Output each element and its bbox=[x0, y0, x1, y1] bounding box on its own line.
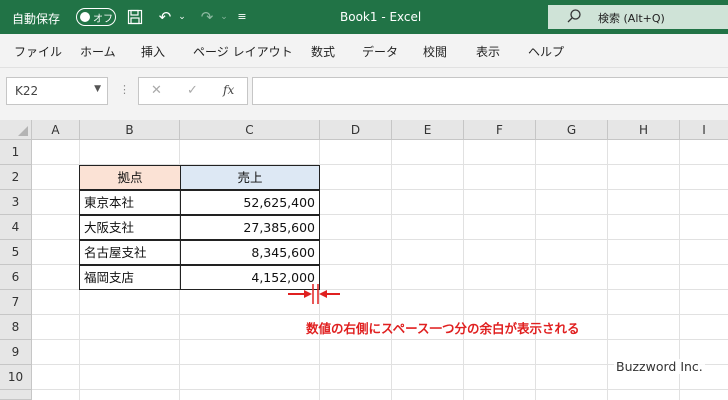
enter-icon[interactable]: ✓ bbox=[187, 83, 198, 98]
redo-dropdown-icon[interactable]: ⌄ bbox=[218, 7, 230, 27]
column-header-d[interactable]: D bbox=[320, 120, 392, 140]
name-box-value: K22 bbox=[15, 84, 39, 98]
tab-home[interactable]: ホーム bbox=[80, 43, 116, 60]
table-cell-sales[interactable]: 27,385,600 bbox=[180, 215, 320, 240]
customize-icon[interactable]: ≡ bbox=[234, 7, 250, 27]
gridline bbox=[607, 140, 608, 400]
column-header-b[interactable]: B bbox=[80, 120, 180, 140]
more-options-icon[interactable]: ⋮ bbox=[119, 83, 130, 96]
margin-indicator-arrows bbox=[288, 284, 340, 304]
toggle-knob bbox=[80, 12, 90, 22]
gridline bbox=[535, 140, 536, 400]
table-cell-sales[interactable]: 52,625,400 bbox=[180, 190, 320, 215]
search-box[interactable]: 検索 (Alt+Q) bbox=[548, 5, 728, 29]
gridline bbox=[463, 140, 464, 400]
tab-data[interactable]: データ bbox=[362, 43, 398, 60]
save-icon[interactable] bbox=[124, 7, 146, 27]
gridline bbox=[32, 314, 728, 315]
table-header-location[interactable]: 拠点 bbox=[79, 165, 181, 190]
chevron-down-icon[interactable]: ▼ bbox=[94, 84, 101, 94]
autosave-state: オフ bbox=[93, 14, 113, 25]
tab-view[interactable]: 表示 bbox=[476, 43, 500, 60]
gridline bbox=[32, 389, 728, 390]
autosave-label: 自動保存 bbox=[12, 12, 61, 26]
column-header-e[interactable]: E bbox=[392, 120, 464, 140]
row-header-4[interactable]: 4 bbox=[0, 215, 32, 240]
tab-page-layout[interactable]: ページ レイアウト bbox=[193, 43, 293, 60]
tab-file[interactable]: ファイル bbox=[14, 43, 62, 60]
column-header-c[interactable]: C bbox=[180, 120, 320, 140]
row-header-9[interactable]: 9 bbox=[0, 340, 32, 365]
column-header-f[interactable]: F bbox=[464, 120, 536, 140]
row-header-7[interactable]: 7 bbox=[0, 290, 32, 315]
row-header-1[interactable]: 1 bbox=[0, 140, 32, 165]
column-header-a[interactable]: A bbox=[32, 120, 80, 140]
formula-bar: K22 ▼ ⋮ ✕ ✓ fx bbox=[0, 68, 728, 120]
column-header-h[interactable]: H bbox=[608, 120, 680, 140]
name-box[interactable]: K22 ▼ bbox=[6, 77, 108, 105]
column-header-i[interactable]: I bbox=[680, 120, 728, 140]
gridline bbox=[391, 140, 392, 400]
row-header-11[interactable] bbox=[0, 390, 32, 400]
watermark: Buzzword Inc. bbox=[614, 359, 705, 374]
row-header-3[interactable]: 3 bbox=[0, 190, 32, 215]
undo-icon[interactable]: ↶ bbox=[154, 7, 176, 27]
document-title: Book1 - Excel bbox=[340, 10, 422, 24]
cancel-icon[interactable]: ✕ bbox=[151, 83, 162, 98]
row-header-8[interactable]: 8 bbox=[0, 315, 32, 340]
select-all-triangle bbox=[18, 126, 28, 136]
column-header-g[interactable]: G bbox=[536, 120, 608, 140]
search-icon bbox=[567, 9, 581, 23]
autosave-toggle[interactable]: オフ bbox=[76, 8, 116, 26]
table-header-sales[interactable]: 売上 bbox=[180, 165, 320, 190]
formula-input[interactable] bbox=[252, 77, 728, 105]
row-header-6[interactable]: 6 bbox=[0, 265, 32, 290]
row-header-5[interactable]: 5 bbox=[0, 240, 32, 265]
gridline bbox=[32, 339, 728, 340]
row-header-10[interactable]: 10 bbox=[0, 365, 32, 390]
annotation-text: 数値の右側にスペース一つ分の余白が表示される bbox=[306, 321, 580, 336]
tab-help[interactable]: ヘルプ bbox=[528, 43, 564, 60]
table-cell-location[interactable]: 大阪支社 bbox=[79, 215, 181, 240]
table-cell-location[interactable]: 名古屋支社 bbox=[79, 240, 181, 265]
tab-formulas[interactable]: 数式 bbox=[311, 43, 335, 60]
table-cell-sales[interactable]: 8,345,600 bbox=[180, 240, 320, 265]
redo-icon[interactable]: ↷ bbox=[196, 7, 218, 27]
select-all-button[interactable] bbox=[0, 120, 32, 140]
table-cell-location[interactable]: 福岡支店 bbox=[79, 265, 181, 290]
formula-buttons: ✕ ✓ fx bbox=[138, 77, 248, 105]
row-header-2[interactable]: 2 bbox=[0, 165, 32, 190]
search-placeholder: 検索 (Alt+Q) bbox=[598, 12, 665, 25]
undo-dropdown-icon[interactable]: ⌄ bbox=[176, 7, 188, 27]
ribbon-tabs: ファイル ホーム 挿入 ページ レイアウト 数式 データ 校閲 表示 ヘルプ bbox=[0, 34, 728, 68]
tab-insert[interactable]: 挿入 bbox=[141, 43, 165, 60]
title-bar: 自動保存 オフ ↶ ⌄ ↷ ⌄ ≡ Book1 - Excel 検索 (Alt+… bbox=[0, 0, 728, 34]
insert-function-icon[interactable]: fx bbox=[223, 83, 234, 97]
tab-review[interactable]: 校閲 bbox=[423, 43, 447, 60]
table-cell-location[interactable]: 東京本社 bbox=[79, 190, 181, 215]
